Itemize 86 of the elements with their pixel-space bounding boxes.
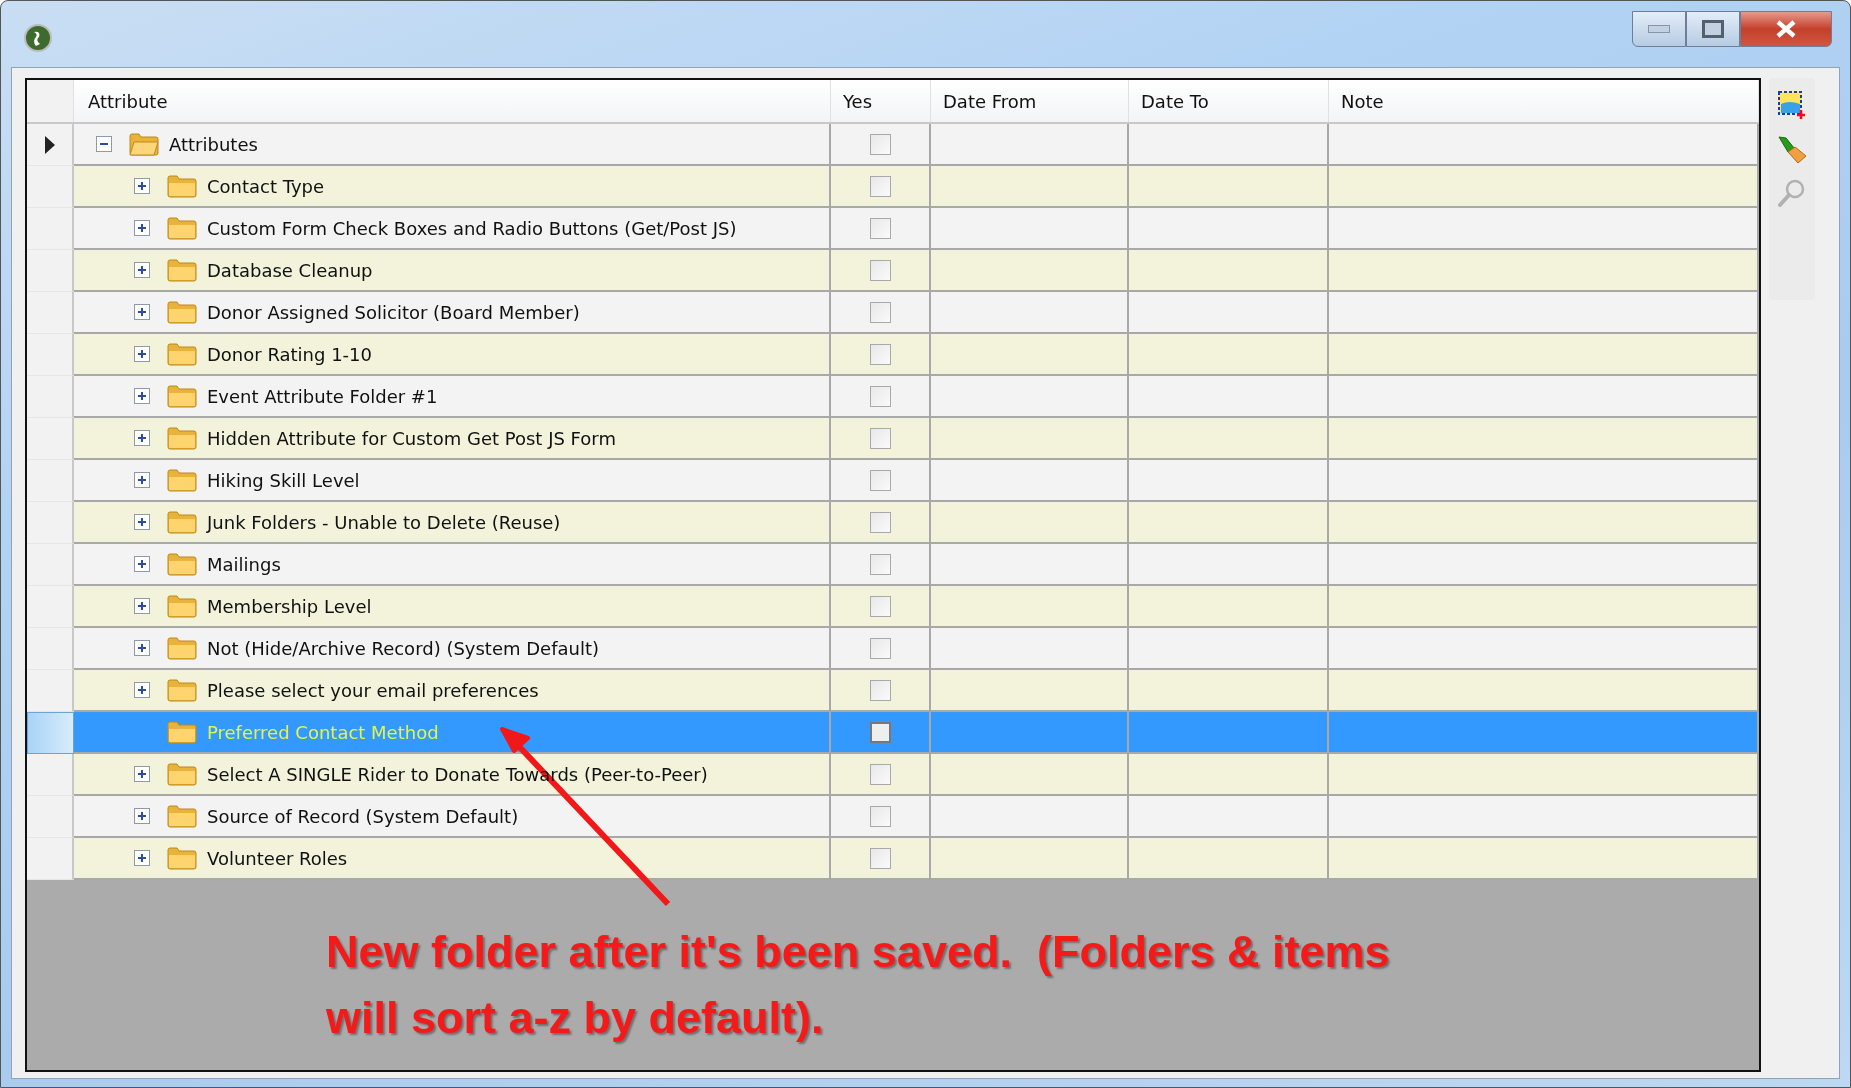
yes-checkbox[interactable] [869, 511, 891, 533]
column-header[interactable]: Yes [831, 80, 931, 122]
attribute-name: Custom Form Check Boxes and Radio Buttons (Get/Post JS) [207, 217, 737, 239]
maximize-button[interactable] [1686, 11, 1740, 47]
folder-icon [167, 174, 197, 198]
yes-checkbox[interactable] [869, 763, 891, 785]
app-icon [23, 23, 53, 53]
attribute-name: Donor Assigned Solicitor (Board Member) [207, 301, 580, 323]
yes-checkbox[interactable] [869, 385, 891, 407]
close-icon [1775, 20, 1797, 38]
minimize-button[interactable] [1632, 11, 1686, 47]
folder-icon [167, 468, 197, 492]
attribute-name: Volunteer Roles [207, 847, 348, 869]
yes-checkbox[interactable] [869, 427, 891, 449]
yes-checkbox[interactable] [869, 595, 891, 617]
attribute-name: Not (Hide/Archive Record) (System Default) [207, 637, 600, 659]
expander-toggle[interactable] [134, 388, 150, 404]
yes-checkbox[interactable] [869, 469, 891, 491]
attribute-name: Membership Level [207, 595, 372, 617]
folder-icon [167, 258, 197, 282]
expander-toggle[interactable] [134, 220, 150, 236]
folder-icon [129, 132, 159, 156]
expander-toggle[interactable] [134, 766, 150, 782]
folder-icon [167, 300, 197, 324]
attribute-name: Preferred Contact Method [207, 721, 439, 743]
attribute-name: Please select your email preferences [207, 679, 539, 701]
add-image-icon[interactable] [1777, 90, 1807, 120]
folder-icon [167, 384, 197, 408]
yes-checkbox[interactable] [869, 259, 891, 281]
expander-toggle[interactable] [134, 514, 150, 530]
folder-icon [167, 342, 197, 366]
column-header[interactable]: Date From [931, 80, 1129, 122]
expander-toggle[interactable] [134, 640, 150, 656]
attribute-name: Donor Rating 1-10 [207, 343, 373, 365]
expander-toggle[interactable] [134, 556, 150, 572]
expander-toggle[interactable] [134, 850, 150, 866]
attribute-name: Attributes [169, 133, 258, 155]
expander-toggle[interactable] [96, 136, 112, 152]
yes-checkbox[interactable] [869, 301, 891, 323]
yes-checkbox[interactable] [869, 847, 891, 869]
attribute-name: Source of Record (System Default) [207, 805, 519, 827]
folder-icon [167, 762, 197, 786]
yes-checkbox[interactable] [869, 721, 891, 743]
column-header[interactable]: Date To [1129, 80, 1329, 122]
expander-toggle[interactable] [134, 262, 150, 278]
column-header[interactable]: Note [1329, 80, 1759, 122]
folder-icon [167, 804, 197, 828]
folder-icon [167, 678, 197, 702]
row-indicator[interactable] [27, 124, 74, 166]
folder-icon [167, 846, 197, 870]
yes-checkbox[interactable] [869, 637, 891, 659]
expander-toggle[interactable] [134, 598, 150, 614]
expander-toggle[interactable] [134, 178, 150, 194]
attribute-name: Database Cleanup [207, 259, 373, 281]
close-button[interactable] [1740, 11, 1832, 47]
attribute-name: Contact Type [207, 175, 325, 197]
expander-toggle[interactable] [134, 682, 150, 698]
yes-checkbox[interactable] [869, 217, 891, 239]
attribute-name: Mailings [207, 553, 281, 575]
yes-checkbox[interactable] [869, 679, 891, 701]
yes-checkbox[interactable] [869, 175, 891, 197]
folder-icon [167, 720, 197, 744]
broom-icon[interactable] [1776, 134, 1808, 164]
folder-icon [167, 552, 197, 576]
folder-icon [167, 216, 197, 240]
yes-checkbox[interactable] [869, 343, 891, 365]
folder-icon [167, 510, 197, 534]
expander-toggle[interactable] [134, 430, 150, 446]
expander-toggle[interactable] [134, 304, 150, 320]
attribute-name: Event Attribute Folder #1 [207, 385, 438, 407]
yes-checkbox[interactable] [869, 805, 891, 827]
attribute-name: Hidden Attribute for Custom Get Post JS Form [207, 427, 616, 449]
yes-checkbox[interactable] [869, 133, 891, 155]
expander-toggle[interactable] [134, 472, 150, 488]
expander-toggle[interactable] [134, 808, 150, 824]
row-header-corner [27, 80, 74, 122]
expander-toggle[interactable] [134, 346, 150, 362]
folder-icon [167, 594, 197, 618]
attribute-name: Hiking Skill Level [207, 469, 360, 491]
annotation-text: New folder after it's been saved. (Folders & items will sort a-z by default). [326, 925, 1390, 1045]
attribute-name: Junk Folders - Unable to Delete (Reuse) [207, 511, 561, 533]
column-header[interactable]: Attribute [74, 80, 831, 122]
yes-checkbox[interactable] [869, 553, 891, 575]
folder-icon [167, 426, 197, 450]
current-row-icon [44, 135, 55, 154]
folder-icon [167, 636, 197, 660]
